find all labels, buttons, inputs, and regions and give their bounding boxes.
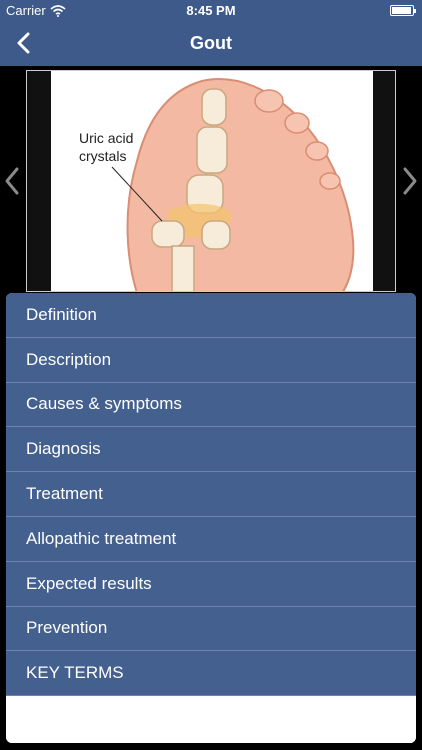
page-title: Gout — [190, 33, 232, 53]
menu-item-allopathic-treatment[interactable]: Allopathic treatment — [6, 516, 416, 562]
illustration-label-line2: crystals — [79, 148, 126, 164]
menu-item-label: Allopathic treatment — [26, 528, 177, 548]
menu-item-label: Diagnosis — [26, 439, 101, 459]
menu-item-diagnosis[interactable]: Diagnosis — [6, 427, 416, 473]
gout-illustration: Uric acid crystals — [26, 70, 396, 292]
topic-menu: Definition Description Causes & symptoms… — [6, 293, 416, 743]
menu-item-label: Definition — [26, 304, 97, 324]
chevron-left-icon — [5, 167, 19, 195]
menu-item-causes-symptoms[interactable]: Causes & symptoms — [6, 382, 416, 428]
status-bar: Carrier 8:45 PM — [0, 0, 422, 20]
menu-item-label: Description — [26, 349, 112, 369]
menu-item-treatment[interactable]: Treatment — [6, 472, 416, 517]
menu-item-label: KEY TERMS — [26, 663, 124, 683]
menu-item-label: Treatment — [26, 484, 103, 504]
menu-item-definition[interactable]: Definition — [6, 293, 416, 338]
previous-image-button[interactable] — [0, 164, 24, 198]
clock: 8:45 PM — [186, 3, 236, 18]
menu-item-key-terms[interactable]: KEY TERMS — [6, 651, 416, 697]
menu-item-label: Prevention — [26, 618, 108, 638]
menu-item-description[interactable]: Description — [6, 337, 416, 383]
menu-item-expected-results[interactable]: Expected results — [6, 561, 416, 607]
menu-item-label: Expected results — [26, 573, 152, 593]
battery-icon — [390, 5, 416, 16]
illustration-label-line1: Uric acid — [79, 130, 133, 146]
navigation-bar: Gout — [0, 20, 422, 66]
foot-illustration: Uric acid crystals — [27, 71, 395, 291]
menu-empty-row — [6, 696, 416, 743]
menu-item-label: Causes & symptoms — [26, 394, 182, 414]
chevron-right-icon — [403, 167, 417, 195]
next-image-button[interactable] — [398, 164, 422, 198]
menu-item-prevention[interactable]: Prevention — [6, 606, 416, 652]
